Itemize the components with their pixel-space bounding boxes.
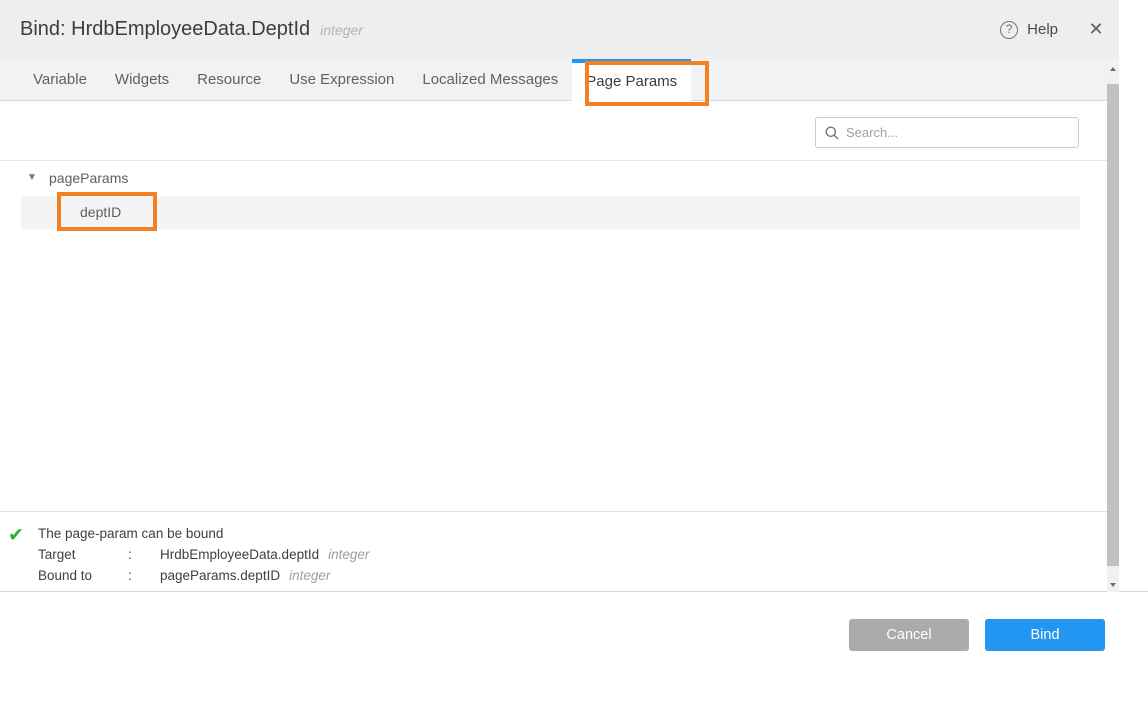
help-icon[interactable]: ? [1000,21,1018,39]
scrollbar-thumb[interactable] [1107,84,1119,566]
header-actions: ? Help ✕ [1000,0,1107,59]
tree-node-label: deptID [80,196,121,229]
status-value-type: integer [289,565,330,586]
status-message: The page-param can be bound [38,523,369,544]
scroll-down-arrow-icon[interactable] [1107,578,1119,592]
tree-node-deptid[interactable]: deptID [21,196,1080,229]
divider [0,591,1148,592]
tab-use-expression[interactable]: Use Expression [275,59,408,101]
tab-widgets[interactable]: Widgets [101,59,183,101]
page-params-tree: ▼ pageParams deptID [0,161,1107,195]
tab-bar: Variable Widgets Resource Use Expression… [0,59,1119,101]
caret-down-icon[interactable]: ▼ [27,173,37,183]
tab-variable[interactable]: Variable [19,59,101,101]
status-value-type: integer [328,544,369,565]
bind-button[interactable]: Bind [985,619,1105,651]
tab-localized-messages[interactable]: Localized Messages [408,59,572,101]
status-colon: : [128,565,160,586]
bind-dialog: Bind: HrdbEmployeeData.DeptId integer ? … [0,0,1148,717]
status-row-bound-to: Bound to : pageParams.deptID integer [38,565,369,586]
dialog-header: Bind: HrdbEmployeeData.DeptId integer ? … [0,0,1119,59]
search-box[interactable] [815,117,1079,148]
dialog-title: Bind: HrdbEmployeeData.DeptId [20,18,310,41]
search-icon [825,126,839,140]
status-value: pageParams.deptID [160,565,280,586]
status-label: Bound to [38,565,128,586]
help-button[interactable]: Help [1027,21,1058,38]
tree-node-pageparams[interactable]: ▼ pageParams [0,161,1107,195]
search-input[interactable] [846,125,1069,140]
dialog-title-wrap: Bind: HrdbEmployeeData.DeptId integer [20,0,363,59]
vertical-scrollbar[interactable] [1107,62,1119,592]
tab-resource[interactable]: Resource [183,59,275,101]
check-icon: ✔ [8,524,24,547]
tree-node-label: pageParams [49,170,128,186]
scroll-up-arrow-icon[interactable] [1107,62,1119,76]
tab-page-params[interactable]: Page Params [572,59,691,102]
status-value: HrdbEmployeeData.deptId [160,544,319,565]
close-icon[interactable]: ✕ [1085,19,1107,40]
cancel-button[interactable]: Cancel [849,619,969,651]
status-row-target: Target : HrdbEmployeeData.deptId integer [38,544,369,565]
status-label: Target [38,544,128,565]
dialog-title-type: integer [320,22,363,38]
status-lines: The page-param can be bound Target : Hrd… [38,523,369,586]
bind-status-panel: ✔ The page-param can be bound Target : H… [0,512,1107,591]
status-colon: : [128,544,160,565]
